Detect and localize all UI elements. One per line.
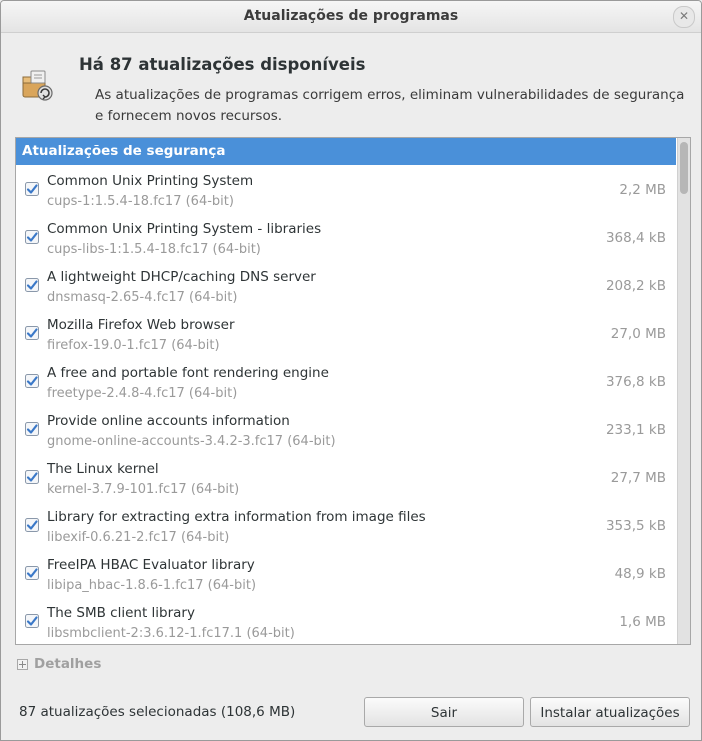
window-title: Atualizações de programas [243, 8, 459, 24]
checkbox-checked-icon[interactable] [25, 182, 39, 196]
download-size: 2,2 MB [619, 182, 666, 198]
title-bar: Atualizações de programas ✕ [1, 1, 701, 33]
expand-plus-icon[interactable] [17, 658, 28, 670]
update-name: FreeIPA HBAC Evaluator library [47, 557, 255, 573]
details-label: Detalhes [34, 656, 102, 672]
package-version: kernel-3.7.9-101.fc17 (64-bit) [47, 482, 240, 497]
package-version: firefox-19.0-1.fc17 (64-bit) [47, 338, 220, 353]
checkbox-checked-icon[interactable] [25, 422, 39, 436]
package-version: cups-libs-1:1.5.4-18.fc17 (64-bit) [47, 242, 261, 257]
package-updates-icon [22, 70, 53, 101]
list-item[interactable]: Provide online accounts information gnome… [16, 405, 676, 453]
update-name: The SMB client library [47, 605, 195, 621]
download-size: 208,2 kB [605, 278, 666, 294]
checkbox-checked-icon[interactable] [25, 518, 39, 532]
update-name: Library for extracting extra information… [47, 509, 426, 525]
package-version: libsmbclient-2:3.6.12-1.fc17.1 (64-bit) [47, 626, 295, 641]
download-size: 233,1 kB [605, 422, 666, 438]
checkbox-checked-icon[interactable] [25, 470, 39, 484]
package-version: libipa_hbac-1.8.6-1.fc17 (64-bit) [47, 578, 257, 593]
update-rows: Common Unix Printing System cups-1:1.5.4-… [16, 165, 676, 644]
checkbox-checked-icon[interactable] [25, 614, 39, 628]
page-title: Há 87 atualizações disponíveis [79, 55, 366, 74]
package-version: freetype-2.4.8-4.fc17 (64-bit) [47, 386, 238, 401]
close-icon[interactable]: ✕ [673, 6, 695, 28]
update-dialog: Atualizações de programas ✕ Há 87 atuali… [0, 0, 702, 741]
checkbox-checked-icon[interactable] [25, 230, 39, 244]
list-item[interactable]: A free and portable font rendering engin… [16, 357, 676, 405]
vertical-scrollbar[interactable] [677, 138, 690, 644]
update-name: A lightweight DHCP/caching DNS server [47, 269, 316, 285]
list-item[interactable]: The Linux kernel kernel-3.7.9-101.fc17 (6… [16, 453, 676, 501]
updates-list[interactable]: Atualizações de segurança Common Unix Pr… [15, 137, 691, 645]
download-size: 376,8 kB [605, 374, 666, 390]
update-name: Common Unix Printing System - libraries [47, 221, 322, 237]
download-size: 48,9 kB [614, 566, 666, 582]
list-item[interactable]: Common Unix Printing System cups-1:1.5.4-… [16, 165, 676, 213]
section-header-security[interactable]: Atualizações de segurança [16, 138, 676, 165]
list-item[interactable]: Library for extracting extra information… [16, 501, 676, 549]
update-name: Common Unix Printing System [47, 173, 254, 189]
update-name: Provide online accounts information [47, 413, 290, 429]
download-size: 1,6 MB [619, 614, 666, 630]
download-size: 27,7 MB [610, 470, 666, 486]
dialog-header: Há 87 atualizações disponíveis As atuali… [1, 33, 701, 133]
download-size: 27,0 MB [610, 326, 666, 342]
package-version: gnome-online-accounts-3.4.2-3.fc17 (64-b… [47, 434, 336, 449]
list-item[interactable]: Mozilla Firefox Web browser firefox-19.0-… [16, 309, 676, 357]
details-expander[interactable]: Detalhes [17, 656, 101, 672]
checkbox-checked-icon[interactable] [25, 374, 39, 388]
checkbox-checked-icon[interactable] [25, 326, 39, 340]
selection-status: 87 atualizações selecionadas (108,6 MB) [19, 704, 296, 720]
exit-button[interactable]: Sair [364, 697, 524, 727]
list-item[interactable]: The SMB client library libsmbclient-2:3.6… [16, 597, 676, 644]
package-version: cups-1:1.5.4-18.fc17 (64-bit) [47, 194, 234, 209]
download-size: 353,5 kB [605, 518, 666, 534]
header-description: As atualizações de programas corrigem er… [95, 87, 685, 124]
list-item[interactable]: A lightweight DHCP/caching DNS server dns… [16, 261, 676, 309]
checkbox-checked-icon[interactable] [25, 566, 39, 580]
list-item[interactable]: FreeIPA HBAC Evaluator library libipa_hba… [16, 549, 676, 597]
download-size: 368,4 kB [605, 230, 666, 246]
package-version: dnsmasq-2.65-4.fc17 (64-bit) [47, 290, 238, 305]
update-name: A free and portable font rendering engin… [47, 365, 329, 381]
scrollbar-thumb[interactable] [680, 142, 688, 194]
checkbox-checked-icon[interactable] [25, 278, 39, 292]
update-name: Mozilla Firefox Web browser [47, 317, 235, 333]
list-item[interactable]: Common Unix Printing System - libraries c… [16, 213, 676, 261]
install-updates-button[interactable]: Instalar atualizações [530, 697, 690, 727]
update-name: The Linux kernel [47, 461, 159, 477]
package-version: libexif-0.6.21-2.fc17 (64-bit) [47, 530, 230, 545]
